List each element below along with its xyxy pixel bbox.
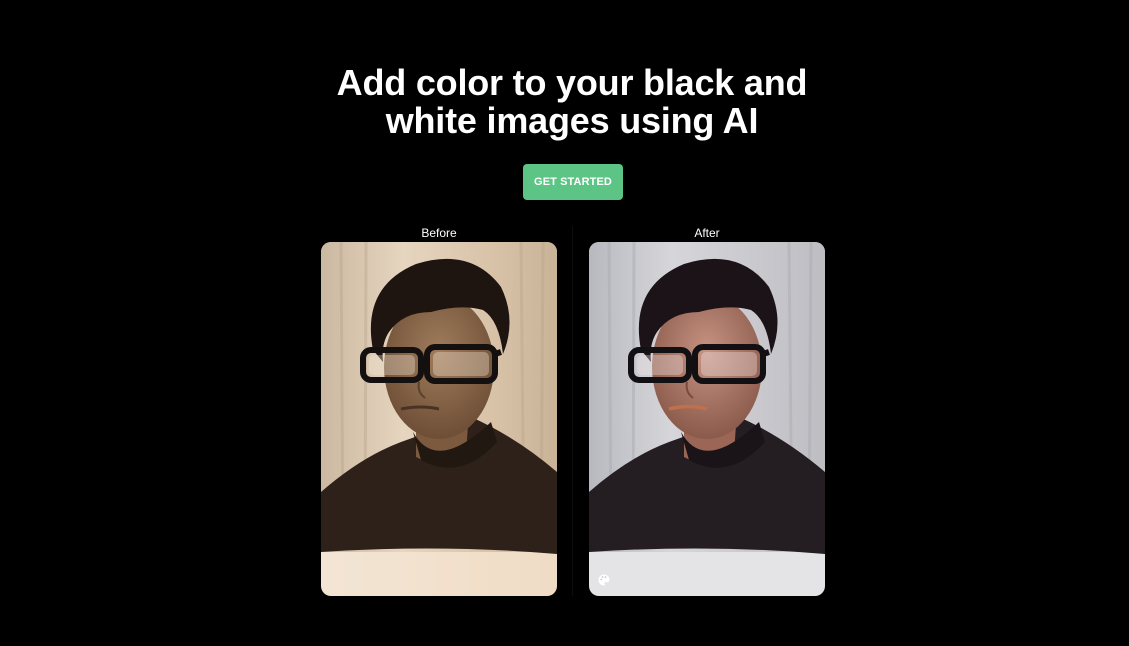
before-photo	[321, 242, 557, 596]
palette-icon	[598, 574, 610, 586]
hero-title: Add color to your black and white images…	[0, 64, 1129, 140]
after-label: After	[694, 226, 720, 240]
after-photo	[589, 242, 825, 596]
after-photo-image	[589, 242, 825, 596]
before-label: Before	[421, 226, 457, 240]
hero-title-line-1: Add color to your black and	[336, 62, 808, 103]
get-started-button[interactable]: GET STARTED	[523, 164, 623, 200]
landing-page: Add color to your black and white images…	[0, 0, 1129, 646]
comparison-divider	[572, 226, 573, 596]
hero-title-line-2: white images using AI	[385, 100, 759, 141]
before-photo-image	[321, 242, 557, 596]
